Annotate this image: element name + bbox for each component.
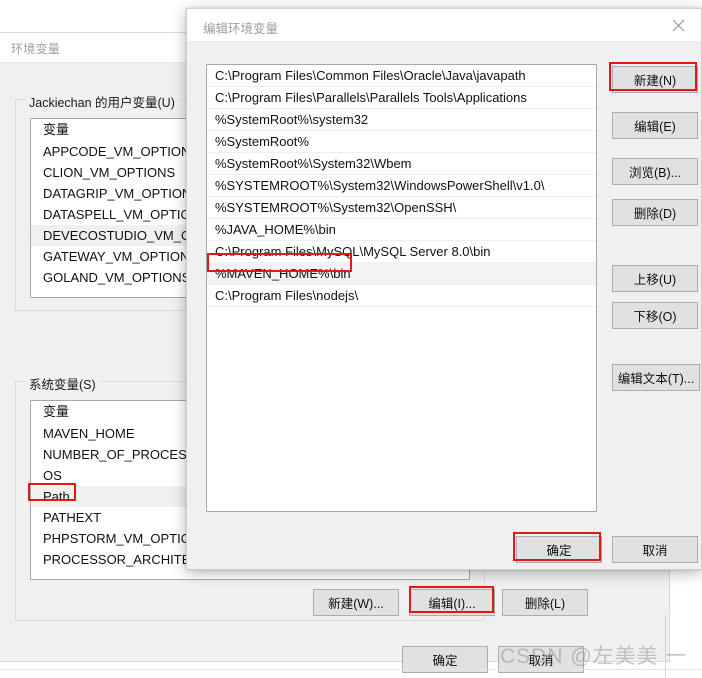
edit-environment-variable-dialog: 编辑环境变量 C:\Program Files\Common Files\Ora…	[186, 8, 702, 570]
system-delete-button[interactable]: 删除(L)	[502, 589, 588, 616]
watermark-divider	[665, 615, 666, 678]
path-list-item[interactable]: %SystemRoot%\System32\Wbem	[207, 153, 596, 175]
path-list-item[interactable]: C:\Program Files\Parallels\Parallels Too…	[207, 87, 596, 109]
background-window-title: 环境变量	[11, 40, 60, 57]
path-list-item-maven[interactable]: %MAVEN_HOME%\bin	[207, 263, 596, 285]
path-list-item[interactable]: %JAVA_HOME%\bin	[207, 219, 596, 241]
dialog-edit-button[interactable]: 编辑(E)	[612, 112, 698, 139]
system-edit-button[interactable]: 编辑(I)...	[409, 589, 495, 616]
close-icon[interactable]	[655, 9, 701, 41]
system-variables-legend: 系统变量(S)	[25, 374, 100, 393]
bottom-hairline	[0, 669, 702, 670]
user-variables-legend: Jackiechan 的用户变量(U)	[25, 92, 179, 111]
dialog-new-button[interactable]: 新建(N)	[612, 66, 698, 93]
path-list-item[interactable]: C:\Program Files\MySQL\MySQL Server 8.0\…	[207, 241, 596, 263]
path-list-item[interactable]: C:\Program Files\nodejs\	[207, 285, 596, 307]
path-list-item[interactable]: C:\Program Files\Common Files\Oracle\Jav…	[207, 65, 596, 87]
dialog-title: 编辑环境变量	[203, 18, 278, 37]
dialog-edit-text-button[interactable]: 编辑文本(T)...	[612, 364, 700, 391]
dialog-move-down-button[interactable]: 下移(O)	[612, 302, 698, 329]
dialog-move-up-button[interactable]: 上移(U)	[612, 265, 698, 292]
dialog-cancel-button[interactable]: 取消	[612, 536, 698, 563]
path-list-item[interactable]: %SystemRoot%	[207, 131, 596, 153]
dialog-titlebar: 编辑环境变量	[187, 9, 701, 42]
dialog-browse-button[interactable]: 浏览(B)...	[612, 158, 698, 185]
path-list-item[interactable]: %SYSTEMROOT%\System32\WindowsPowerShell\…	[207, 175, 596, 197]
dialog-ok-button[interactable]: 确定	[516, 536, 602, 563]
dialog-delete-button[interactable]: 删除(D)	[612, 199, 698, 226]
path-list-item[interactable]: %SystemRoot%\system32	[207, 109, 596, 131]
path-list-item[interactable]: %SYSTEMROOT%\System32\OpenSSH\	[207, 197, 596, 219]
path-entries-listbox[interactable]: C:\Program Files\Common Files\Oracle\Jav…	[206, 64, 597, 512]
system-new-button[interactable]: 新建(W)...	[313, 589, 399, 616]
screen: 环境变量 Jackiechan 的用户变量(U) 变量 APPCODE_VM_O…	[0, 0, 702, 678]
